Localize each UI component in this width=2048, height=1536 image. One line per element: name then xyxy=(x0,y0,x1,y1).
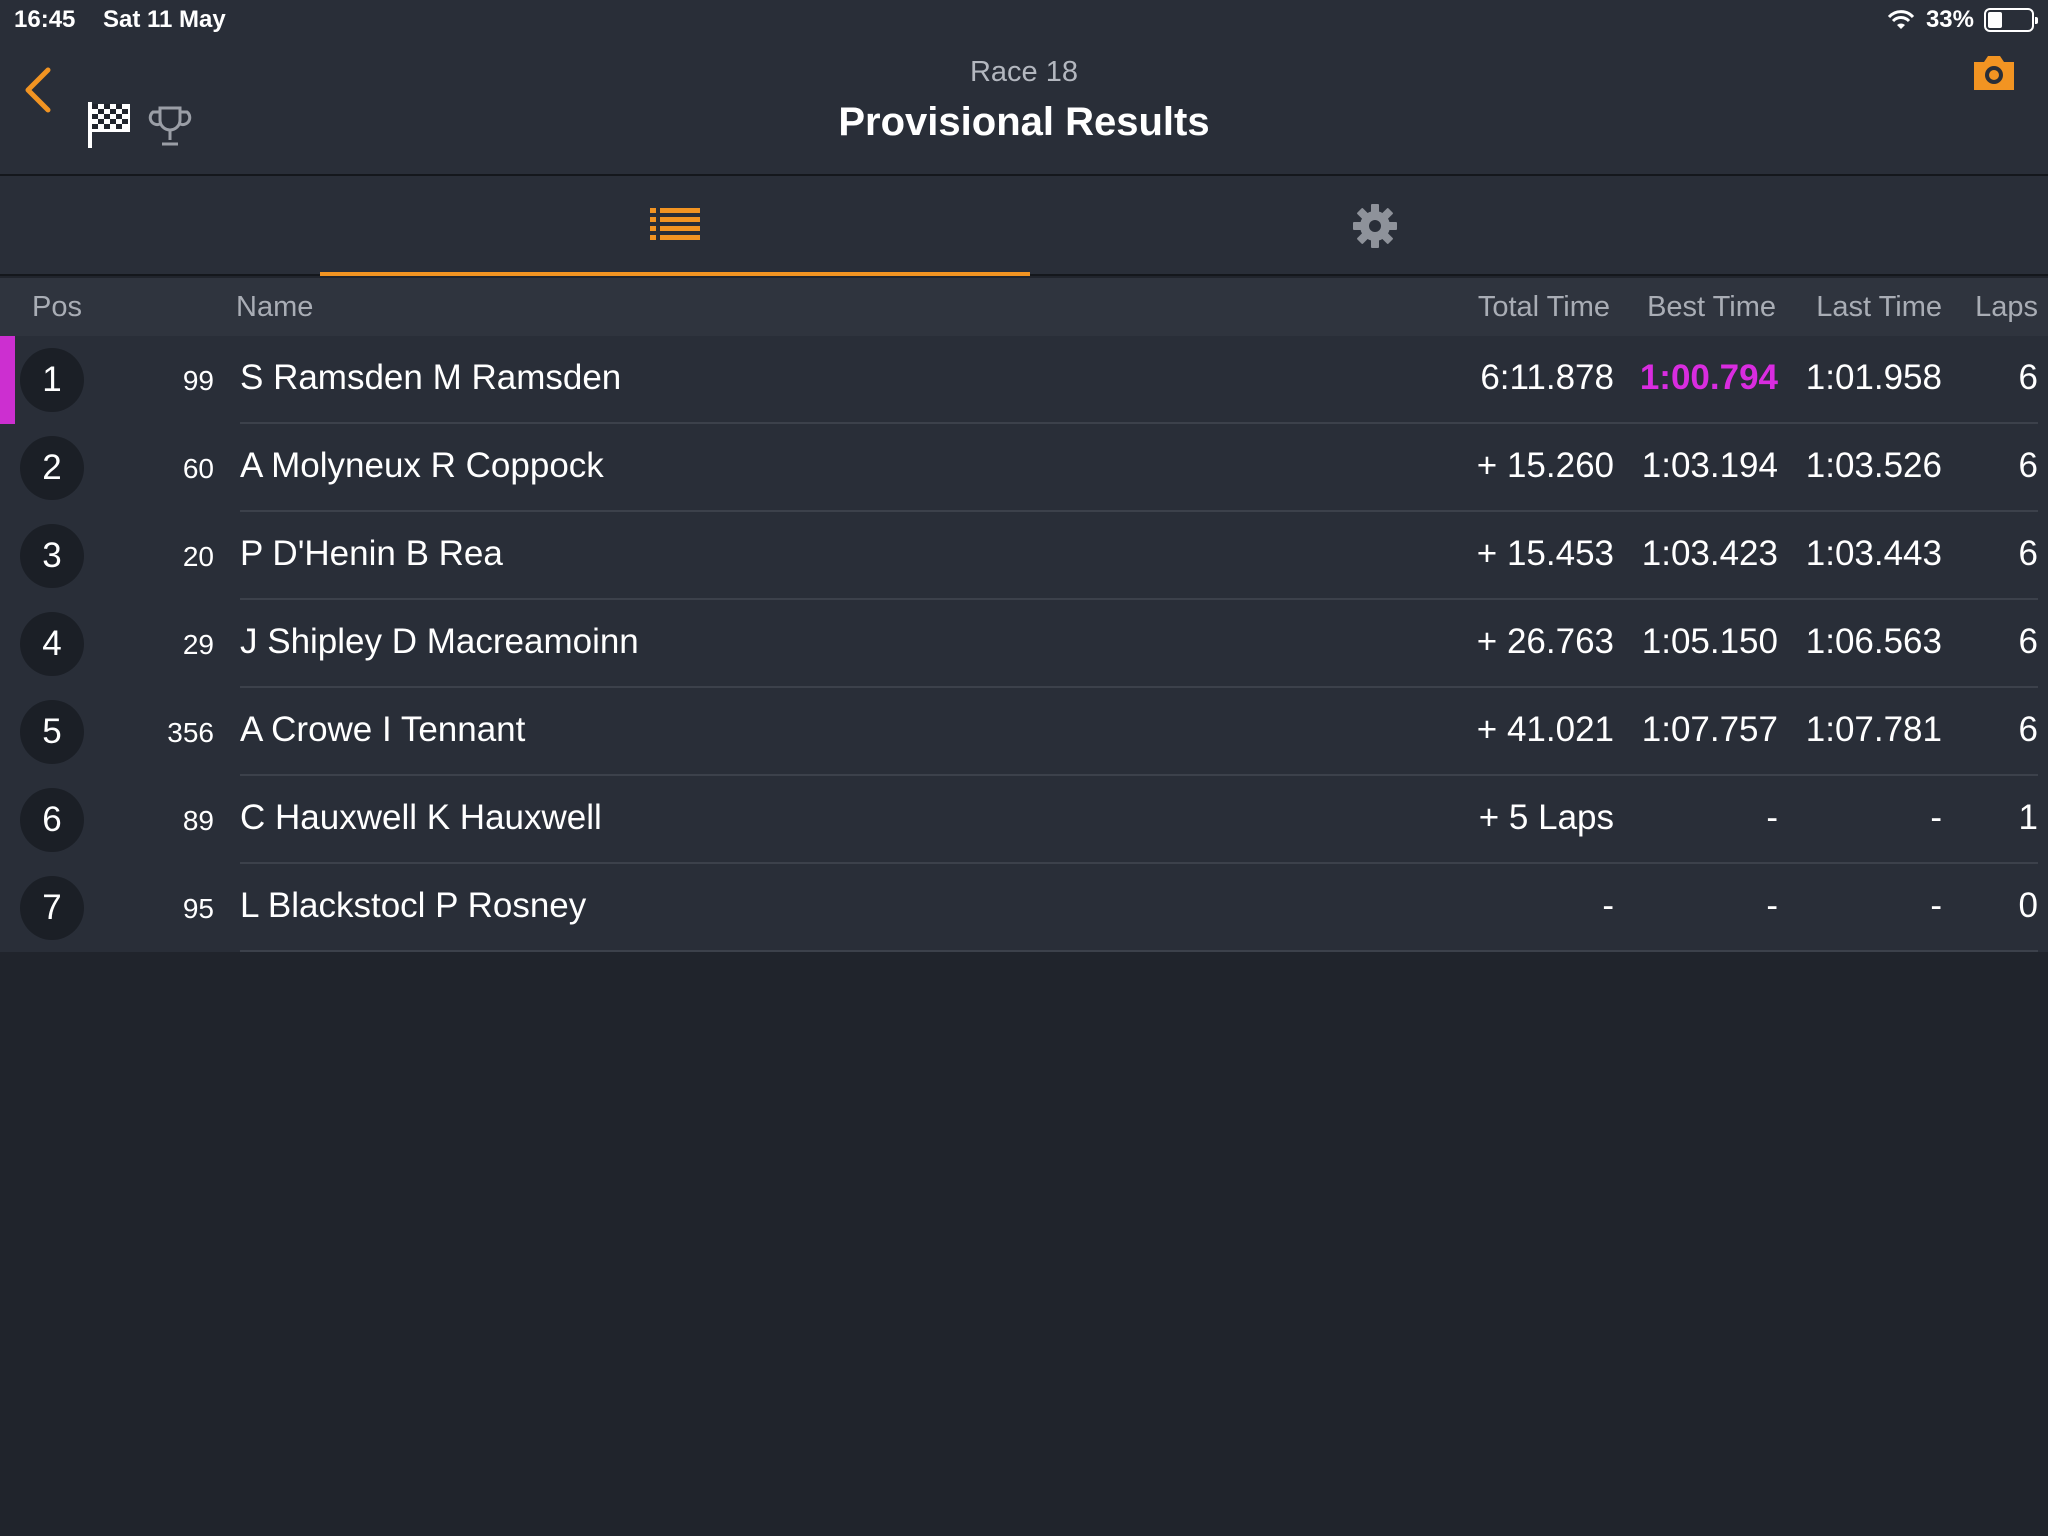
best-time: 1:03.194 xyxy=(1641,446,1778,485)
list-icon xyxy=(650,208,700,240)
laps: 6 xyxy=(2018,710,2038,749)
table-row[interactable]: 1 99 S Ramsden M Ramsden 6:11.878 1:00.7… xyxy=(0,336,2048,424)
total-time: + 41.021 xyxy=(1476,710,1614,749)
last-time: 1:03.526 xyxy=(1805,446,1942,485)
car-number: 20 xyxy=(182,541,214,572)
header: Race 18 Provisional Results xyxy=(0,42,2048,176)
table-row[interactable]: 6 89 C Hauxwell K Hauxwell + 5 Laps - - … xyxy=(0,776,2048,864)
tab-bar xyxy=(0,176,2048,276)
last-time: - xyxy=(1930,886,1942,925)
camera-button[interactable] xyxy=(1970,52,2018,94)
laps: 6 xyxy=(2018,358,2038,397)
column-header-laps[interactable]: Laps xyxy=(1975,291,2038,324)
column-header-pos[interactable]: Pos xyxy=(32,291,82,324)
table-row[interactable]: 3 20 P D'Henin B Rea + 15.453 1:03.423 1… xyxy=(0,512,2048,600)
driver-name: A Crowe I Tennant xyxy=(240,710,526,749)
wifi-icon xyxy=(1887,10,1915,29)
laps: 0 xyxy=(2018,886,2038,925)
table-row[interactable]: 5 356 A Crowe I Tennant + 41.021 1:07.75… xyxy=(0,688,2048,776)
page-title: Provisional Results xyxy=(838,100,1210,144)
battery-percent: 33% xyxy=(1925,6,1974,33)
last-time: 1:03.443 xyxy=(1805,534,1942,573)
best-time: 1:03.423 xyxy=(1641,534,1778,573)
race-subtitle: Race 18 xyxy=(969,56,1078,88)
driver-name: J Shipley D Macreamoinn xyxy=(240,622,639,661)
column-header-total-time[interactable]: Total Time xyxy=(1478,291,1610,324)
leader-indicator xyxy=(0,336,15,424)
laps: 6 xyxy=(2018,622,2038,661)
position-badge: 1 xyxy=(20,348,84,412)
column-header-last-time[interactable]: Last Time xyxy=(1816,291,1942,324)
best-time: 1:07.757 xyxy=(1641,710,1778,749)
total-time: 6:11.878 xyxy=(1480,358,1614,397)
total-time: + 15.453 xyxy=(1476,534,1614,573)
driver-name: L Blackstocl P Rosney xyxy=(240,886,587,925)
laps: 6 xyxy=(2018,534,2038,573)
battery-fill xyxy=(1988,12,2002,28)
car-number: 95 xyxy=(182,893,214,924)
driver-name: C Hauxwell K Hauxwell xyxy=(240,798,602,837)
driver-name: S Ramsden M Ramsden xyxy=(240,358,622,397)
last-time: 1:01.958 xyxy=(1805,358,1942,397)
tab-results-list[interactable] xyxy=(320,176,1030,276)
table-row[interactable]: 2 60 A Molyneux R Coppock + 15.260 1:03.… xyxy=(0,424,2048,512)
position-badge: 7 xyxy=(20,876,84,940)
total-time: - xyxy=(1602,886,1614,925)
car-number: 99 xyxy=(182,365,214,396)
camera-icon xyxy=(1974,56,2014,90)
position-badge: 5 xyxy=(20,700,84,764)
gear-icon xyxy=(1353,204,1397,248)
status-time: 16:45 xyxy=(14,6,76,33)
status-bar: 16:45 Sat 11 May 33% xyxy=(0,0,2048,42)
best-time: - xyxy=(1766,798,1778,837)
position-badge: 3 xyxy=(20,524,84,588)
results-table-header: Pos Name Total Time Best Time Last Time … xyxy=(0,278,2048,336)
laps: 1 xyxy=(2018,798,2038,837)
car-number: 29 xyxy=(182,629,214,660)
column-header-name[interactable]: Name xyxy=(236,291,313,324)
last-time: 1:07.781 xyxy=(1805,710,1942,749)
total-time: + 15.260 xyxy=(1476,446,1614,485)
driver-name: A Molyneux R Coppock xyxy=(240,446,604,485)
last-time: - xyxy=(1930,798,1942,837)
total-time: + 5 Laps xyxy=(1478,798,1614,837)
column-header-best-time[interactable]: Best Time xyxy=(1647,291,1776,324)
best-time: 1:00.794 xyxy=(1639,358,1778,397)
driver-name: P D'Henin B Rea xyxy=(240,534,503,573)
car-number: 356 xyxy=(167,717,214,748)
total-time: + 26.763 xyxy=(1476,622,1614,661)
laps: 6 xyxy=(2018,446,2038,485)
car-number: 60 xyxy=(182,453,214,484)
table-row[interactable]: 4 29 J Shipley D Macreamoinn + 26.763 1:… xyxy=(0,600,2048,688)
battery-icon xyxy=(1984,8,2038,32)
position-badge: 4 xyxy=(20,612,84,676)
position-badge: 6 xyxy=(20,788,84,852)
last-time: 1:06.563 xyxy=(1805,622,1942,661)
best-time: - xyxy=(1766,886,1778,925)
tab-settings[interactable] xyxy=(1050,176,1700,276)
status-date: Sat 11 May xyxy=(103,6,226,33)
car-number: 89 xyxy=(182,805,214,836)
best-time: 1:05.150 xyxy=(1641,622,1778,661)
status-indicators: 33% xyxy=(1886,6,2038,34)
results-table: 1 99 S Ramsden M Ramsden 6:11.878 1:00.7… xyxy=(0,336,2048,952)
position-badge: 2 xyxy=(20,436,84,500)
row-divider xyxy=(240,950,2038,952)
table-row[interactable]: 7 95 L Blackstocl P Rosney - - - 0 xyxy=(0,864,2048,952)
